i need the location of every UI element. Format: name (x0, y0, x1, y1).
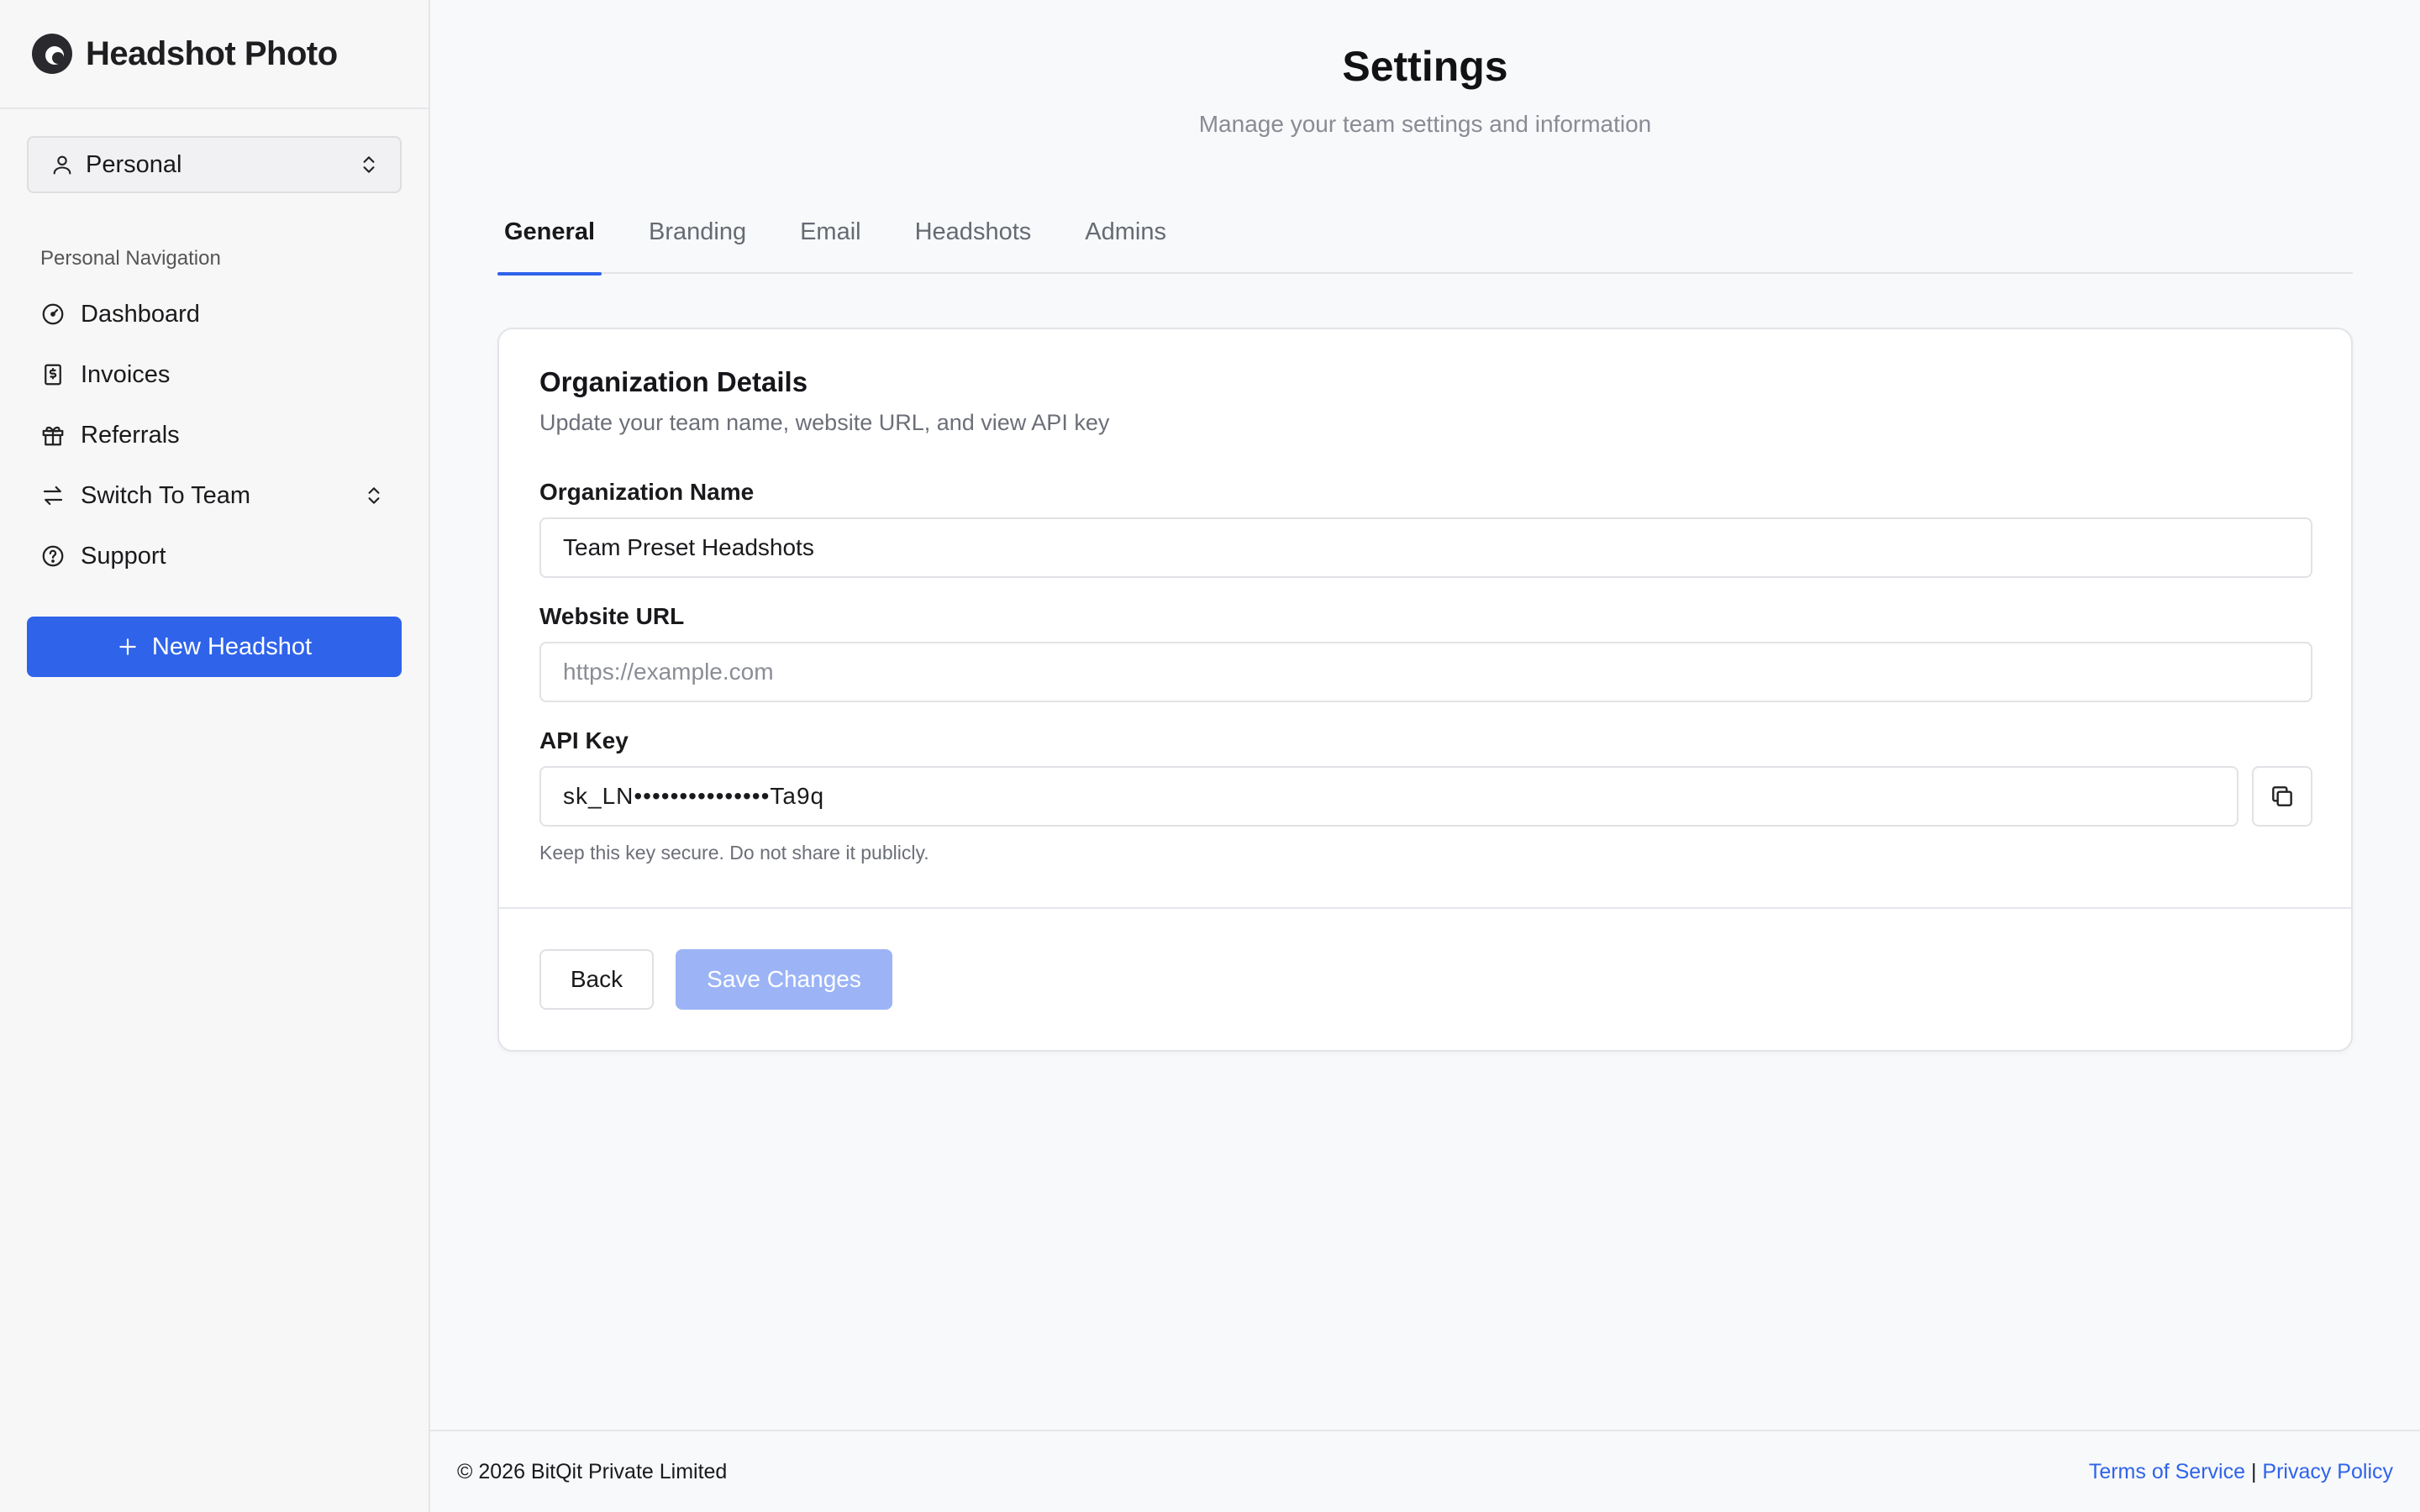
new-headshot-label: New Headshot (151, 633, 313, 660)
page-title: Settings (1342, 43, 1508, 90)
account-selector[interactable]: Personal (27, 136, 402, 193)
sidebar: Headshot Photo Personal Personal Navigat… (0, 0, 430, 1512)
copy-api-key-button[interactable] (2252, 766, 2312, 827)
org-name-input[interactable] (539, 517, 2312, 578)
tab-headshots[interactable]: Headshots (908, 200, 1039, 274)
gauge-icon (42, 303, 64, 325)
api-key-field[interactable] (539, 766, 2238, 827)
brand-name: Headshot Photo (86, 34, 338, 72)
account-selector-label: Personal (86, 150, 182, 178)
sidebar-item-label: Support (81, 542, 166, 570)
sidebar-item-label: Dashboard (81, 300, 200, 328)
sidebar-nav: Dashboard Invoices Referrals Switch To T… (27, 284, 402, 586)
page-subtitle: Manage your team settings and informatio… (1198, 111, 1652, 137)
terms-of-service-link[interactable]: Terms of Service (2089, 1460, 2245, 1483)
tab-email[interactable]: Email (793, 200, 868, 274)
privacy-policy-link[interactable]: Privacy Policy (2262, 1460, 2393, 1483)
footer: © 2026 BitQit Private Limited Terms of S… (430, 1430, 2420, 1512)
tab-admins[interactable]: Admins (1078, 200, 1173, 274)
card-divider (499, 907, 2351, 909)
gift-icon (42, 426, 64, 446)
arrows-swap-icon (43, 486, 63, 506)
save-changes-button[interactable]: Save Changes (676, 949, 892, 1010)
organization-details-card: Organization Details Update your team na… (497, 328, 2353, 1052)
sidebar-item-dashboard[interactable]: Dashboard (27, 284, 402, 344)
sidebar-item-referrals[interactable]: Referrals (27, 405, 402, 465)
main-content: Settings Manage your team settings and i… (430, 0, 2420, 1512)
api-key-label: API Key (539, 727, 629, 753)
sidebar-item-label: Switch To Team (81, 481, 251, 509)
copy-icon (2272, 786, 2292, 806)
back-button[interactable]: Back (539, 949, 654, 1010)
card-title: Organization Details (539, 366, 808, 397)
footer-links: Terms of Service | Privacy Policy (2089, 1460, 2393, 1484)
app-root: Headshot Photo Personal Personal Navigat… (0, 0, 2420, 1512)
user-icon (53, 155, 71, 175)
org-name-label: Organization Name (539, 479, 755, 505)
copyright-text: © 2026 BitQit Private Limited (457, 1459, 728, 1483)
footer-separator: | (2250, 1459, 2257, 1483)
invoice-icon (45, 364, 61, 386)
sidebar-item-invoices[interactable]: Invoices (27, 344, 402, 405)
chevron-up-down-icon (368, 487, 380, 504)
nav-heading: Personal Navigation (40, 247, 221, 270)
chevron-up-down-icon (363, 156, 375, 173)
headshot-logo-icon (32, 34, 72, 74)
settings-tabs: General Branding Email Headshots Admins (497, 200, 2353, 276)
website-url-input[interactable] (539, 642, 2312, 702)
sidebar-item-switch-to-team[interactable]: Switch To Team (27, 465, 402, 526)
website-url-label: Website URL (539, 603, 685, 629)
help-circle-icon (42, 545, 64, 567)
card-description: Update your team name, website URL, and … (539, 410, 1110, 435)
tab-general[interactable]: General (497, 200, 602, 276)
sidebar-item-label: Referrals (81, 421, 180, 449)
brand[interactable]: Headshot Photo (0, 0, 429, 109)
sidebar-item-support[interactable]: Support (27, 526, 402, 586)
plus-icon (119, 638, 136, 655)
new-headshot-button[interactable]: New Headshot (27, 617, 402, 677)
tab-branding[interactable]: Branding (642, 200, 753, 274)
sidebar-item-label: Invoices (81, 360, 171, 388)
api-key-hint: Keep this key secure. Do not share it pu… (539, 842, 929, 864)
